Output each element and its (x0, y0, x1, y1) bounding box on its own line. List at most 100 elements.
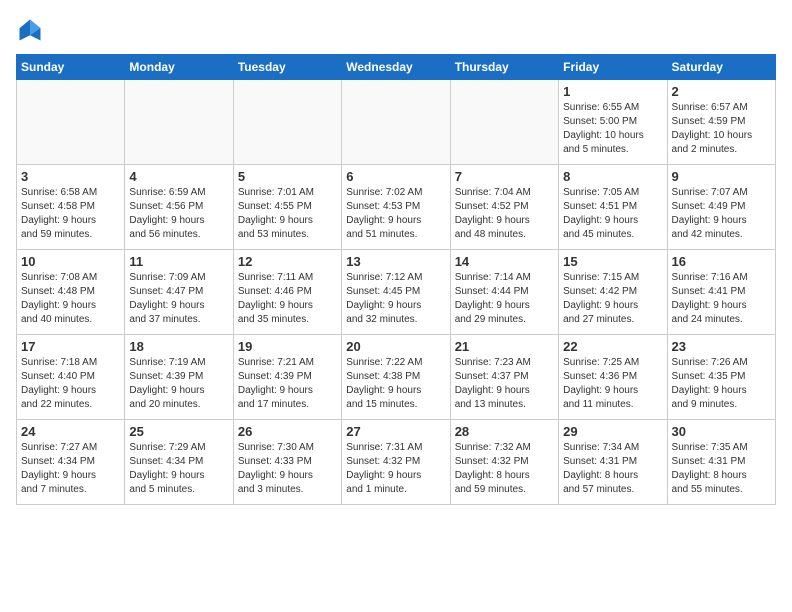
calendar-cell (125, 80, 233, 165)
day-info: Sunrise: 7:18 AM Sunset: 4:40 PM Dayligh… (21, 356, 120, 412)
day-number: 29 (563, 424, 662, 439)
calendar-cell: 4 Sunrise: 6:59 AM Sunset: 4:56 PM Daylig… (125, 165, 233, 250)
day-info: Sunrise: 7:23 AM Sunset: 4:37 PM Dayligh… (455, 356, 554, 412)
day-info: Sunrise: 7:12 AM Sunset: 4:45 PM Dayligh… (346, 271, 445, 327)
day-number: 9 (672, 169, 771, 184)
day-info: Sunrise: 7:04 AM Sunset: 4:52 PM Dayligh… (455, 186, 554, 242)
calendar-cell: 29 Sunrise: 7:34 AM Sunset: 4:31 PM Dayli… (559, 420, 667, 505)
day-info: Sunrise: 6:57 AM Sunset: 4:59 PM Dayligh… (672, 101, 771, 157)
day-info: Sunrise: 6:58 AM Sunset: 4:58 PM Dayligh… (21, 186, 120, 242)
day-number: 22 (563, 339, 662, 354)
weekday-header: Tuesday (233, 55, 341, 80)
day-number: 7 (455, 169, 554, 184)
calendar-cell (450, 80, 558, 165)
day-number: 24 (21, 424, 120, 439)
weekday-header-row: SundayMondayTuesdayWednesdayThursdayFrid… (17, 55, 776, 80)
day-number: 2 (672, 84, 771, 99)
day-info: Sunrise: 7:34 AM Sunset: 4:31 PM Dayligh… (563, 441, 662, 497)
calendar-cell: 15 Sunrise: 7:15 AM Sunset: 4:42 PM Dayli… (559, 250, 667, 335)
day-info: Sunrise: 7:21 AM Sunset: 4:39 PM Dayligh… (238, 356, 337, 412)
calendar-cell (17, 80, 125, 165)
weekday-header: Sunday (17, 55, 125, 80)
page-header (16, 16, 776, 44)
calendar-cell (233, 80, 341, 165)
calendar-week-row: 3 Sunrise: 6:58 AM Sunset: 4:58 PM Daylig… (17, 165, 776, 250)
calendar-cell: 23 Sunrise: 7:26 AM Sunset: 4:35 PM Dayli… (667, 335, 775, 420)
day-info: Sunrise: 7:11 AM Sunset: 4:46 PM Dayligh… (238, 271, 337, 327)
calendar-cell: 22 Sunrise: 7:25 AM Sunset: 4:36 PM Dayli… (559, 335, 667, 420)
calendar-cell: 14 Sunrise: 7:14 AM Sunset: 4:44 PM Dayli… (450, 250, 558, 335)
calendar-week-row: 17 Sunrise: 7:18 AM Sunset: 4:40 PM Dayli… (17, 335, 776, 420)
calendar-cell: 3 Sunrise: 6:58 AM Sunset: 4:58 PM Daylig… (17, 165, 125, 250)
day-number: 17 (21, 339, 120, 354)
calendar-cell: 21 Sunrise: 7:23 AM Sunset: 4:37 PM Dayli… (450, 335, 558, 420)
calendar-cell: 7 Sunrise: 7:04 AM Sunset: 4:52 PM Daylig… (450, 165, 558, 250)
calendar-cell: 2 Sunrise: 6:57 AM Sunset: 4:59 PM Daylig… (667, 80, 775, 165)
day-number: 19 (238, 339, 337, 354)
day-info: Sunrise: 7:07 AM Sunset: 4:49 PM Dayligh… (672, 186, 771, 242)
day-number: 4 (129, 169, 228, 184)
day-info: Sunrise: 7:26 AM Sunset: 4:35 PM Dayligh… (672, 356, 771, 412)
day-number: 26 (238, 424, 337, 439)
day-number: 18 (129, 339, 228, 354)
day-info: Sunrise: 7:05 AM Sunset: 4:51 PM Dayligh… (563, 186, 662, 242)
logo-icon (16, 16, 44, 44)
day-number: 28 (455, 424, 554, 439)
weekday-header: Thursday (450, 55, 558, 80)
day-number: 10 (21, 254, 120, 269)
day-number: 21 (455, 339, 554, 354)
day-number: 3 (21, 169, 120, 184)
day-number: 27 (346, 424, 445, 439)
calendar-cell: 10 Sunrise: 7:08 AM Sunset: 4:48 PM Dayli… (17, 250, 125, 335)
day-info: Sunrise: 7:09 AM Sunset: 4:47 PM Dayligh… (129, 271, 228, 327)
day-info: Sunrise: 7:02 AM Sunset: 4:53 PM Dayligh… (346, 186, 445, 242)
logo (16, 16, 48, 44)
day-info: Sunrise: 7:30 AM Sunset: 4:33 PM Dayligh… (238, 441, 337, 497)
day-number: 5 (238, 169, 337, 184)
day-info: Sunrise: 6:59 AM Sunset: 4:56 PM Dayligh… (129, 186, 228, 242)
day-number: 15 (563, 254, 662, 269)
day-info: Sunrise: 7:29 AM Sunset: 4:34 PM Dayligh… (129, 441, 228, 497)
calendar-cell: 11 Sunrise: 7:09 AM Sunset: 4:47 PM Dayli… (125, 250, 233, 335)
day-number: 1 (563, 84, 662, 99)
calendar-cell: 1 Sunrise: 6:55 AM Sunset: 5:00 PM Daylig… (559, 80, 667, 165)
day-number: 14 (455, 254, 554, 269)
calendar-cell: 26 Sunrise: 7:30 AM Sunset: 4:33 PM Dayli… (233, 420, 341, 505)
calendar-week-row: 10 Sunrise: 7:08 AM Sunset: 4:48 PM Dayli… (17, 250, 776, 335)
day-number: 16 (672, 254, 771, 269)
day-info: Sunrise: 7:22 AM Sunset: 4:38 PM Dayligh… (346, 356, 445, 412)
calendar-cell: 5 Sunrise: 7:01 AM Sunset: 4:55 PM Daylig… (233, 165, 341, 250)
day-info: Sunrise: 7:01 AM Sunset: 4:55 PM Dayligh… (238, 186, 337, 242)
calendar-cell: 6Sunrise: 7:02 AM Sunset: 4:53 PM Daylig… (342, 165, 450, 250)
calendar-cell: 8 Sunrise: 7:05 AM Sunset: 4:51 PM Daylig… (559, 165, 667, 250)
weekday-header: Saturday (667, 55, 775, 80)
day-info: Sunrise: 7:08 AM Sunset: 4:48 PM Dayligh… (21, 271, 120, 327)
calendar-week-row: 24 Sunrise: 7:27 AM Sunset: 4:34 PM Dayli… (17, 420, 776, 505)
calendar-cell: 27Sunrise: 7:31 AM Sunset: 4:32 PM Dayli… (342, 420, 450, 505)
weekday-header: Monday (125, 55, 233, 80)
day-info: Sunrise: 7:14 AM Sunset: 4:44 PM Dayligh… (455, 271, 554, 327)
calendar-cell: 28Sunrise: 7:32 AM Sunset: 4:32 PM Dayli… (450, 420, 558, 505)
weekday-header: Wednesday (342, 55, 450, 80)
calendar-cell: 19 Sunrise: 7:21 AM Sunset: 4:39 PM Dayli… (233, 335, 341, 420)
day-info: Sunrise: 6:55 AM Sunset: 5:00 PM Dayligh… (563, 101, 662, 157)
calendar-cell: 16Sunrise: 7:16 AM Sunset: 4:41 PM Dayli… (667, 250, 775, 335)
calendar-cell: 30 Sunrise: 7:35 AM Sunset: 4:31 PM Dayli… (667, 420, 775, 505)
calendar-cell: 18Sunrise: 7:19 AM Sunset: 4:39 PM Dayli… (125, 335, 233, 420)
weekday-header: Friday (559, 55, 667, 80)
day-number: 23 (672, 339, 771, 354)
calendar-week-row: 1 Sunrise: 6:55 AM Sunset: 5:00 PM Daylig… (17, 80, 776, 165)
calendar-cell: 25 Sunrise: 7:29 AM Sunset: 4:34 PM Dayli… (125, 420, 233, 505)
day-number: 11 (129, 254, 228, 269)
day-info: Sunrise: 7:15 AM Sunset: 4:42 PM Dayligh… (563, 271, 662, 327)
day-number: 30 (672, 424, 771, 439)
day-info: Sunrise: 7:27 AM Sunset: 4:34 PM Dayligh… (21, 441, 120, 497)
calendar-cell: 17 Sunrise: 7:18 AM Sunset: 4:40 PM Dayli… (17, 335, 125, 420)
day-number: 20 (346, 339, 445, 354)
day-number: 8 (563, 169, 662, 184)
day-number: 13 (346, 254, 445, 269)
day-info: Sunrise: 7:35 AM Sunset: 4:31 PM Dayligh… (672, 441, 771, 497)
day-info: Sunrise: 7:25 AM Sunset: 4:36 PM Dayligh… (563, 356, 662, 412)
calendar-cell: 12Sunrise: 7:11 AM Sunset: 4:46 PM Dayli… (233, 250, 341, 335)
day-number: 25 (129, 424, 228, 439)
